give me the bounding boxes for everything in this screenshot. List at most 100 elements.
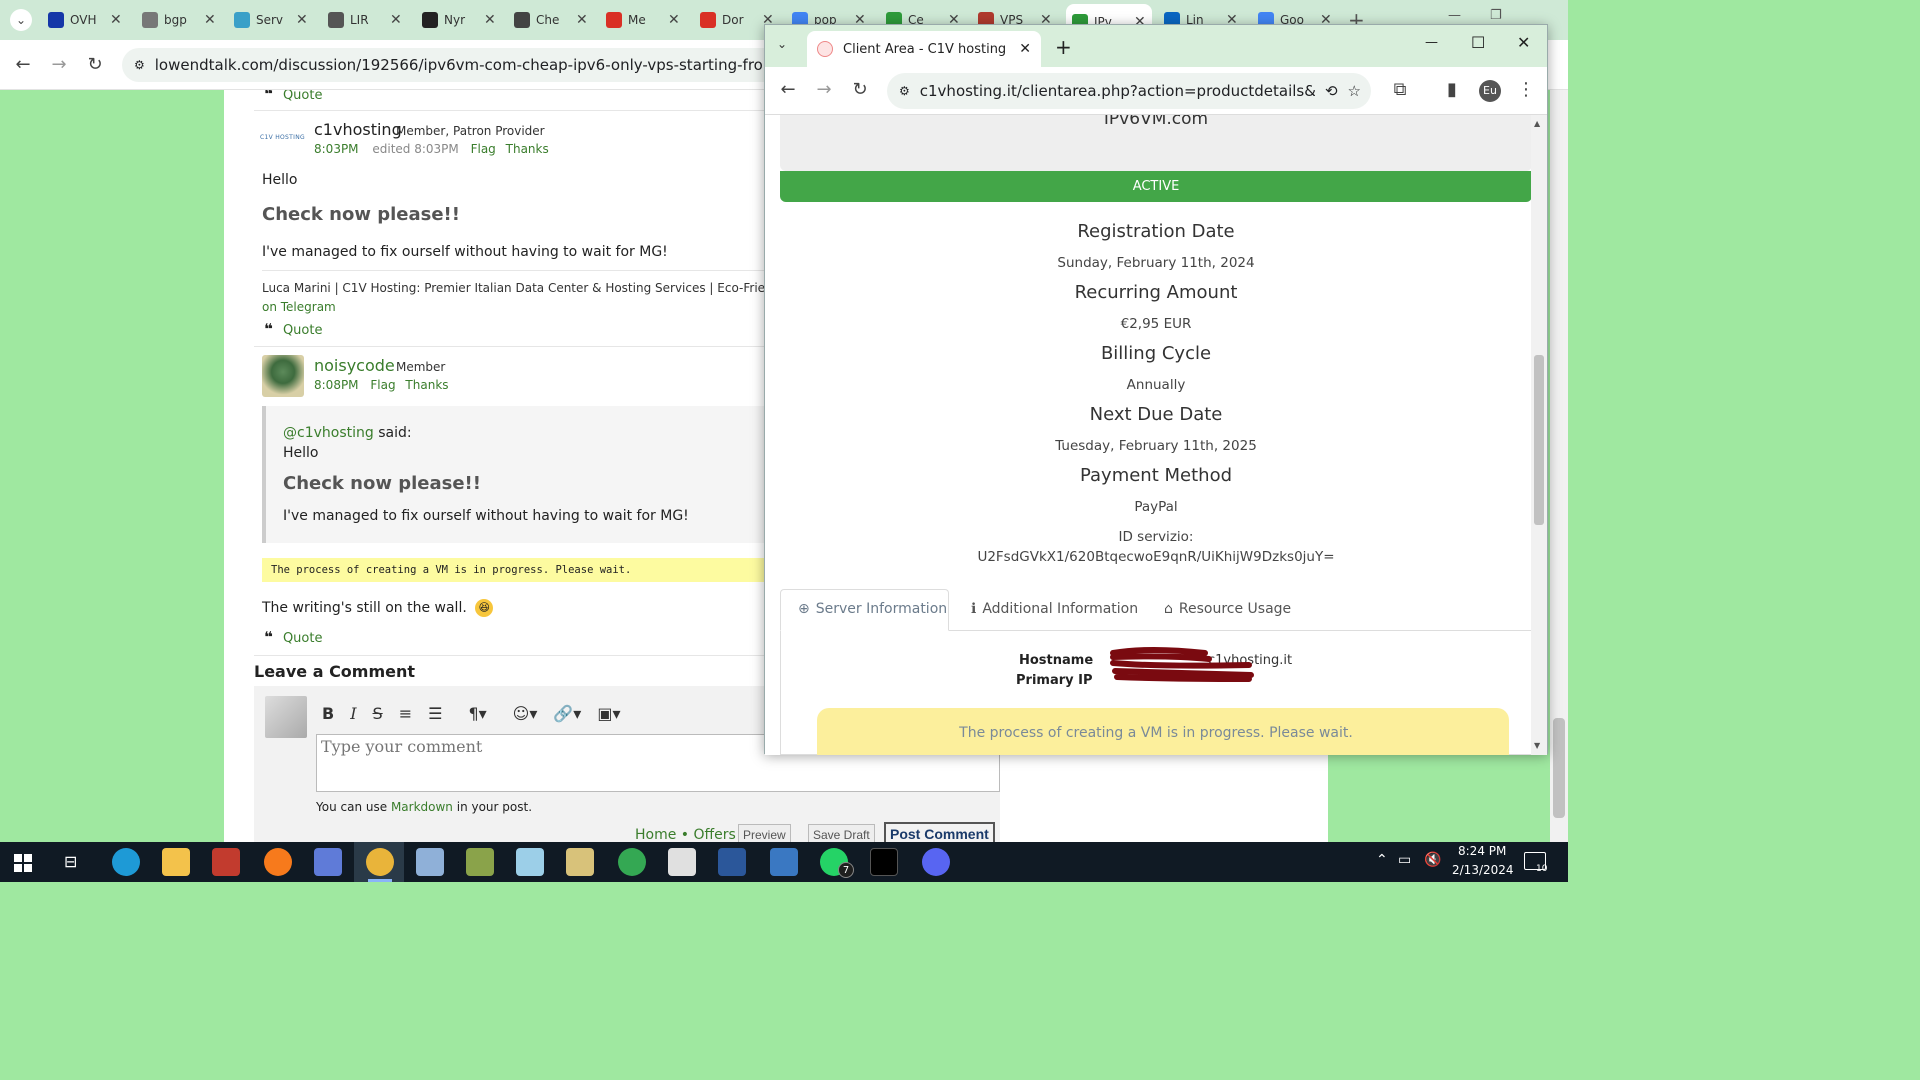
save-draft-button[interactable]: Save Draft [808, 824, 875, 842]
front-url-text[interactable]: c1vhosting.it/clientarea.php?action=prod… [920, 82, 1315, 100]
close-tab-icon[interactable]: ✕ [668, 12, 680, 28]
reload-icon[interactable]: ↻ [84, 54, 106, 76]
firefox-icon[interactable] [264, 848, 292, 876]
front-forward-arrow-icon[interactable]: → [813, 79, 835, 101]
remote-desktop-icon[interactable] [770, 848, 798, 876]
front-close-button[interactable]: ✕ [1517, 33, 1530, 52]
front-minimize-button[interactable]: — [1425, 35, 1438, 50]
tab-search-button[interactable]: ⌄ [10, 9, 32, 31]
post1-time[interactable]: 8:03PM [314, 142, 359, 156]
quote-row-post2[interactable]: ❝ Quote [264, 628, 322, 646]
terminal-icon[interactable] [870, 848, 898, 876]
link-icon[interactable]: 🔗▾ [553, 704, 581, 723]
notepad-icon[interactable] [516, 848, 544, 876]
extensions-icon[interactable]: ⧉ [1389, 79, 1411, 101]
profile-avatar[interactable]: Eu [1479, 80, 1501, 102]
back-tab[interactable]: Nyr ✕ [416, 6, 502, 34]
front-back-arrow-icon[interactable]: ← [777, 79, 799, 101]
chrome-profile-icon[interactable] [366, 848, 394, 876]
close-tab-icon[interactable]: ✕ [110, 12, 122, 28]
emoji-icon[interactable]: ☺▾ [513, 704, 538, 723]
back-tab[interactable]: Me ✕ [600, 6, 686, 34]
back-tab[interactable]: OVH ✕ [42, 6, 128, 34]
close-tab-icon[interactable]: ✕ [390, 12, 402, 28]
back-tab[interactable]: bgp ✕ [136, 6, 222, 34]
front-maximize-button[interactable]: ☐ [1471, 33, 1485, 52]
back-scroll-thumb[interactable] [1553, 718, 1565, 818]
close-tab-icon[interactable]: ✕ [576, 12, 588, 28]
chrome-icon[interactable] [618, 848, 646, 876]
post1-author[interactable]: c1vhosting [314, 120, 402, 139]
tray-chevron-icon[interactable]: ⌃ [1376, 852, 1388, 868]
post2-flag[interactable]: Flag [370, 378, 395, 392]
store-icon[interactable] [668, 848, 696, 876]
front-new-tab-button[interactable]: + [1055, 35, 1072, 59]
front-page-scrollbar[interactable]: ▲ ▼ [1531, 115, 1547, 755]
c1vhosting-avatar[interactable]: C1V HOSTING [260, 134, 305, 148]
front-tab-search-button[interactable]: ⌄ [777, 37, 787, 51]
bold-button[interactable]: B [322, 704, 334, 723]
app-tools-icon[interactable] [466, 848, 494, 876]
back-arrow-icon[interactable]: ← [12, 54, 34, 76]
file-explorer-icon[interactable] [162, 848, 190, 876]
my-avatar[interactable] [265, 696, 307, 738]
offers-link[interactable]: Offers [694, 827, 736, 842]
window-restore-button[interactable]: ❐ [1490, 8, 1502, 23]
markdown-link[interactable]: Markdown [391, 800, 453, 814]
post2-time[interactable]: 8:08PM [314, 378, 359, 392]
close-tab-icon[interactable]: ✕ [204, 12, 216, 28]
back-tab[interactable]: LIR ✕ [322, 6, 408, 34]
tab-resource-usage[interactable]: ⌂ Resource Usage [1164, 589, 1291, 629]
front-reload-icon[interactable]: ↻ [849, 79, 871, 101]
back-tab[interactable]: Che ✕ [508, 6, 594, 34]
network-icon[interactable]: ▭ [1398, 852, 1411, 868]
clock-date[interactable]: 2/13/2024 [1452, 863, 1514, 877]
side-panel-icon[interactable]: ▮ [1441, 79, 1463, 101]
bullet-list-icon[interactable]: ☰ [428, 704, 442, 723]
quote-link[interactable]: Quote [283, 323, 323, 338]
post1-signature-link[interactable]: on Telegram [262, 300, 336, 314]
image-icon[interactable]: ▣▾ [597, 704, 620, 723]
site-settings-icon[interactable]: ⚙ [899, 84, 910, 98]
post2-thanks[interactable]: Thanks [405, 378, 448, 392]
quote-row-top[interactable]: ❝ Quote [264, 90, 322, 103]
app-hat-icon[interactable] [566, 848, 594, 876]
paragraph-icon[interactable]: ¶▾ [468, 704, 486, 723]
site-settings-icon[interactable]: ⚙ [134, 58, 145, 72]
client-area-tab[interactable]: Client Area - C1V hosting ✕ [807, 31, 1041, 67]
translate-icon[interactable]: ⟲ [1325, 82, 1338, 100]
network-tool-icon[interactable] [314, 848, 342, 876]
tab-additional-information[interactable]: ℹ Additional Information [971, 589, 1138, 629]
task-view-icon[interactable]: ⊟ [64, 852, 77, 871]
tab-server-information-label[interactable]: ⊕ Server Information [798, 589, 947, 629]
close-tab-icon[interactable]: ✕ [1019, 41, 1031, 57]
bookmark-star-icon[interactable]: ☆ [1348, 82, 1361, 100]
strikethrough-button[interactable]: S [373, 704, 383, 723]
noisycode-avatar[interactable] [262, 355, 304, 397]
quote-link[interactable]: Quote [283, 631, 323, 646]
back-tab[interactable]: Serv ✕ [228, 6, 314, 34]
quote-mention[interactable]: @c1vhosting [283, 425, 374, 441]
post-comment-button[interactable]: Post Comment [884, 822, 995, 842]
volume-muted-icon[interactable]: 🔇 [1424, 852, 1441, 868]
edge-icon[interactable] [112, 848, 140, 876]
back-url-text[interactable]: lowendtalk.com/discussion/192566/ipv6vm-… [155, 56, 782, 74]
ordered-list-icon[interactable]: ≡ [399, 704, 412, 723]
back-page-scrollbar[interactable] [1550, 90, 1568, 842]
word-icon[interactable] [718, 848, 746, 876]
clock-time[interactable]: 8:24 PM [1458, 844, 1506, 858]
front-scroll-thumb[interactable] [1534, 355, 1544, 525]
forward-arrow-icon[interactable]: → [48, 54, 70, 76]
app-m-icon[interactable] [212, 848, 240, 876]
quote-row-post1[interactable]: ❝ Quote [264, 320, 322, 338]
close-tab-icon[interactable]: ✕ [484, 12, 496, 28]
front-address-bar[interactable]: ⚙ c1vhosting.it/clientarea.php?action=pr… [887, 73, 1371, 109]
image-viewer-icon[interactable] [416, 848, 444, 876]
home-link[interactable]: Home [635, 827, 676, 842]
italic-button[interactable]: I [350, 704, 356, 723]
windows-start-icon[interactable] [14, 854, 32, 872]
discord-icon[interactable] [922, 848, 950, 876]
quote-link[interactable]: Quote [283, 90, 323, 103]
post2-author[interactable]: noisycode [314, 356, 395, 375]
preview-button[interactable]: Preview [738, 824, 791, 842]
